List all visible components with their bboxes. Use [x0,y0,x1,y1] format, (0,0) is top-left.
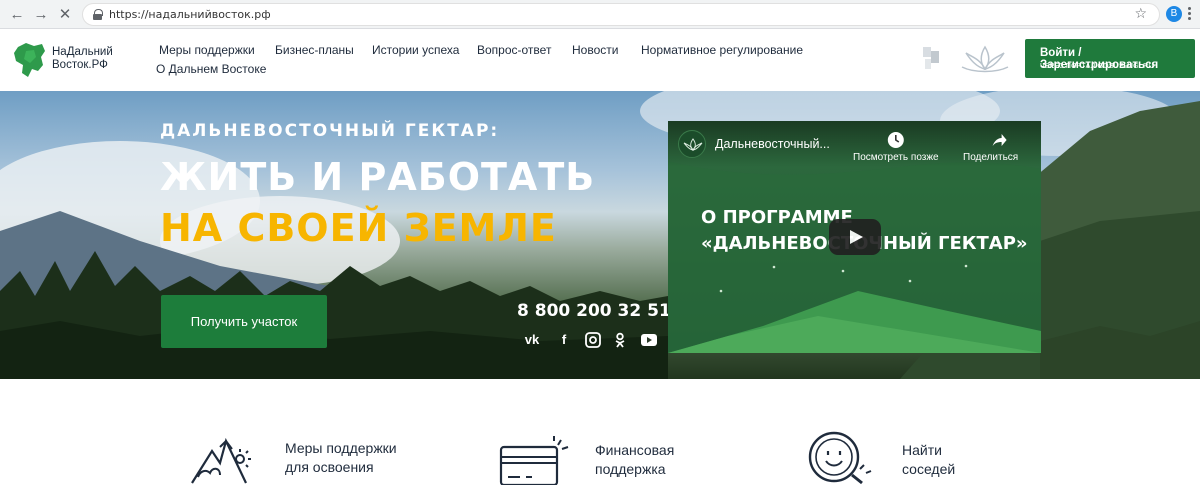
feature-finance-label[interactable]: Финансовая поддержка [595,441,674,479]
login-sublabel: ЧЕРЕЗ ПОРТАЛ GOSUSLUGI.RU [1040,63,1154,70]
browser-menu-icon[interactable] [1188,6,1192,22]
share-button[interactable]: Поделиться [963,131,1018,163]
nav-business-plans[interactable]: Бизнес-планы [275,43,354,57]
lock-icon[interactable] [93,9,103,20]
feature-support-label[interactable]: Меры поддержки для освоения [285,439,397,477]
login-button[interactable]: Войти / Зарегистрироваться ЧЕРЕЗ ПОРТАЛ … [1025,39,1195,78]
feature-neighbors-label[interactable]: Найти соседей [902,441,955,479]
logo-line2: Восток.РФ [52,59,108,71]
feature-finance-line2: поддержка [595,461,666,477]
nav-faq[interactable]: Вопрос-ответ [477,43,551,57]
hero-banner: ДАЛЬНЕВОСТОЧНЫЙ ГЕКТАР: ЖИТЬ И РАБОТАТЬ … [0,91,1200,379]
card-icon [499,436,569,485]
address-url[interactable]: https://надальнийвосток.рф [109,8,271,21]
hero-eyebrow: ДАЛЬНЕВОСТОЧНЫЙ ГЕКТАР: [160,121,500,141]
facebook-icon[interactable]: f [555,332,573,348]
hero-title-line1: ЖИТЬ И РАБОТАТЬ [160,155,596,199]
nav-success-stories[interactable]: Истории успеха [372,43,459,57]
bookmark-star-icon[interactable]: ☆ [1134,5,1147,22]
back-arrow-icon[interactable]: ← [8,6,26,24]
stop-loading-icon[interactable]: ✕ [56,6,74,24]
youtube-icon[interactable] [640,332,658,348]
watch-later-button[interactable]: Посмотреть позже [853,131,939,163]
video-title[interactable]: Дальневосточный... [715,137,830,151]
logo-text: НаДальний Восток.РФ [52,46,113,72]
lotus-channel-icon [683,138,703,151]
address-bar[interactable]: https://надальнийвосток.рф ☆ [82,3,1160,26]
features-section: Меры поддержки для освоения Финансовая п… [0,379,1200,485]
feature-finance-line1: Финансовая [595,442,675,458]
forward-arrow-icon[interactable]: → [32,6,50,24]
feature-neighbors-line2: соседей [902,461,956,477]
profile-avatar[interactable]: В [1166,6,1182,22]
partner-logo-icon[interactable] [921,45,941,71]
nav-support[interactable]: Меры поддержки [159,43,255,57]
share-arrow-icon [992,134,1007,146]
magnifier-face-icon [808,431,872,485]
instagram-icon[interactable] [584,332,602,348]
play-button-icon[interactable] [829,219,881,255]
hotline-phone[interactable]: 8 800 200 32 51 [517,301,671,321]
share-label: Поделиться [963,152,1019,163]
clock-icon [887,132,904,148]
channel-avatar[interactable] [678,130,706,158]
logo-line1: НаДальний [52,46,113,58]
map-logo-icon [14,43,45,77]
browser-toolbar: ← → ✕ https://надальнийвосток.рф ☆ В [0,0,1200,29]
lotus-logo-icon[interactable] [958,43,1012,75]
site-header: НаДальний Восток.РФ Меры поддержки Бизне… [0,29,1200,91]
feature-neighbors-line1: Найти [902,442,942,458]
nav-news[interactable]: Новости [572,43,618,57]
mountains-icon [191,437,251,484]
watch-later-label: Посмотреть позже [853,152,939,163]
vk-icon[interactable]: vk [523,332,541,348]
nav-regulation[interactable]: Нормативное регулирование [641,43,803,57]
site-logo[interactable]: НаДальний Восток.РФ [12,41,122,81]
get-land-button[interactable]: Получить участок [161,295,327,348]
feature-support-line1: Меры поддержки [285,440,397,456]
video-embed[interactable]: Дальневосточный... Посмотреть позже Поде… [668,121,1041,353]
hero-title-line2: НА СВОЕЙ ЗЕМЛЕ [160,206,557,250]
nav-about-far-east[interactable]: О Дальнем Востоке [156,62,266,76]
feature-support-line2: для освоения [285,459,374,475]
odnoklassniki-icon[interactable] [611,332,629,348]
